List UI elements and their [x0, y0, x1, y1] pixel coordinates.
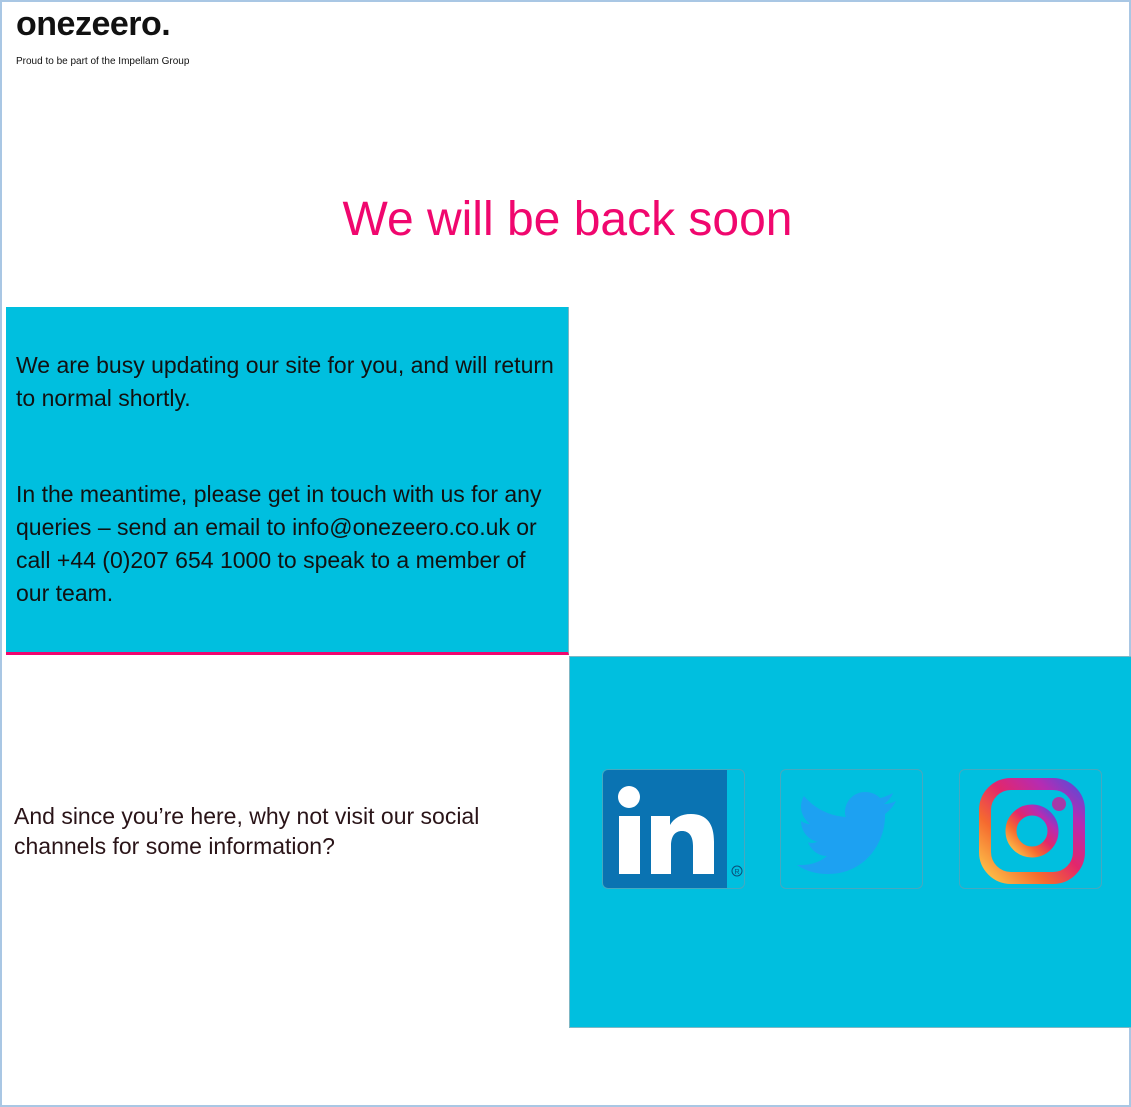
instagram-button[interactable]: Instagram: [959, 769, 1102, 889]
brand-tagline: Proud to be part of the Impellam Group: [16, 56, 190, 67]
contact-message: In the meantime, please get in touch wit…: [16, 481, 542, 606]
twitter-button[interactable]: Twitter: [780, 769, 923, 889]
info-panel: We are busy updating our site for you, a…: [6, 307, 569, 655]
svg-text:R: R: [734, 869, 739, 876]
onezeero-logo[interactable]: onezeero.: [16, 2, 171, 46]
social-panel: LinkedIn R Twitter Instagram: [569, 656, 1131, 1028]
page-headline: We will be back soon: [342, 193, 793, 246]
update-message: We are busy updating our site for you, a…: [16, 352, 554, 411]
social-prompt: And since you’re here, why not visit our…: [14, 803, 480, 859]
instagram-icon: [979, 778, 1085, 884]
twitter-icon: [797, 792, 896, 874]
linkedin-icon: R: [603, 770, 743, 888]
linkedin-button[interactable]: LinkedIn R: [602, 769, 745, 889]
maintenance-page: onezeero. Proud to be part of the Impell…: [0, 0, 1131, 1107]
